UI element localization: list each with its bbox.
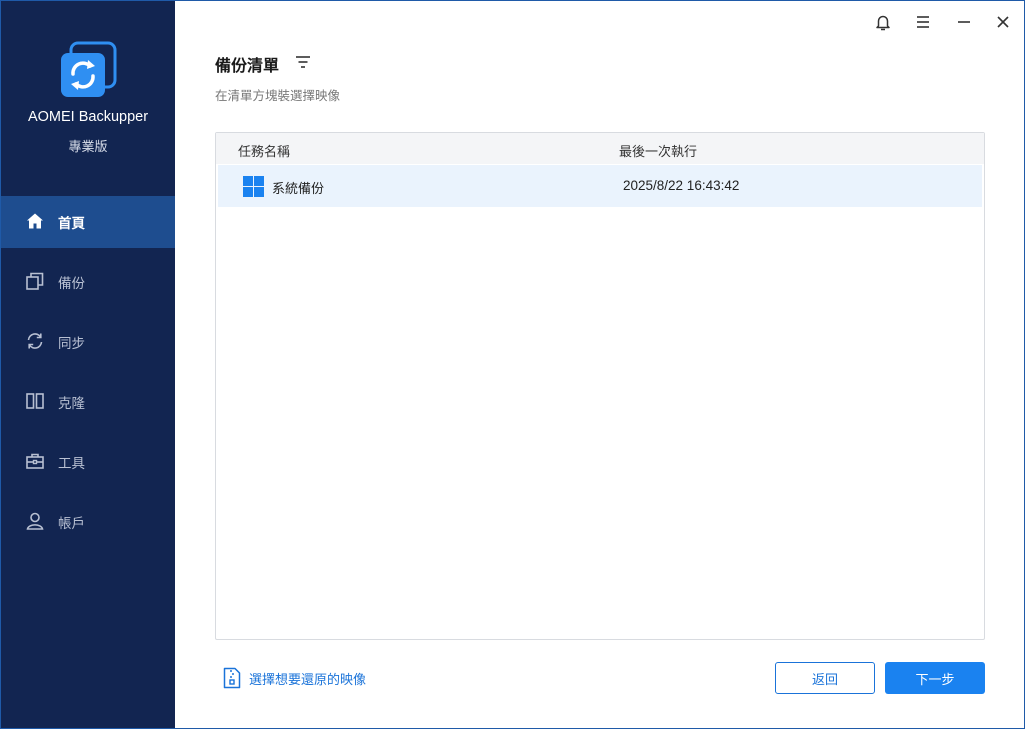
- next-button[interactable]: 下一步: [885, 662, 985, 694]
- account-icon: [26, 512, 44, 530]
- image-file-icon: [223, 667, 241, 689]
- app-name: AOMEI Backupper: [27, 109, 149, 125]
- main-menu-button[interactable]: [912, 11, 934, 33]
- sync-icon: [27, 333, 43, 349]
- backup-icon: [26, 272, 44, 290]
- bell-icon: [876, 15, 890, 30]
- sidebar-item-clone[interactable]: 克隆: [1, 376, 175, 428]
- close-icon: [997, 16, 1009, 28]
- sidebar-item-account[interactable]: 帳戶: [1, 496, 175, 548]
- page-subtitle: 在清單方塊裝選擇映像: [215, 88, 341, 103]
- filter-icon[interactable]: [295, 55, 311, 69]
- toolbox-icon: [26, 453, 44, 469]
- clone-icon: [26, 393, 44, 409]
- sidebar-item-label: 克隆: [58, 396, 85, 412]
- app-edition: 專業版: [68, 140, 108, 155]
- sidebar-item-sync[interactable]: 同步: [1, 316, 175, 368]
- backup-list-table: 任務名稱 最後一次執行 系統備份 2025/8/22 16:43:42: [215, 132, 985, 640]
- restore-link-label: 選擇想要還原的映像: [249, 672, 367, 688]
- minimize-button[interactable]: [953, 11, 975, 33]
- menu-icon: [917, 16, 929, 28]
- sidebar-item-label: 首頁: [58, 216, 85, 232]
- sidebar-item-home[interactable]: 首頁: [1, 196, 175, 248]
- page-title: 備份清單: [215, 56, 280, 75]
- sidebar-item-label: 同步: [58, 336, 85, 352]
- last-run-cell: 2025/8/22 16:43:42: [623, 178, 740, 193]
- sidebar-item-label: 帳戶: [58, 516, 85, 532]
- minimize-icon: [958, 21, 970, 23]
- close-button[interactable]: [992, 11, 1014, 33]
- app-logo-icon: [61, 41, 117, 97]
- windows-icon: [243, 176, 264, 197]
- home-icon: [27, 213, 43, 229]
- select-image-to-restore-link[interactable]: 選擇想要還原的映像: [223, 667, 366, 689]
- sidebar-item-tools[interactable]: 工具: [1, 436, 175, 488]
- column-header-last-run[interactable]: 最後一次執行: [619, 141, 697, 160]
- table-header: 任務名稱 最後一次執行: [216, 133, 984, 164]
- back-button[interactable]: 返回: [775, 662, 875, 694]
- column-header-task-name[interactable]: 任務名稱: [238, 141, 290, 160]
- sidebar-item-label: 工具: [58, 456, 85, 472]
- sidebar-nav: 首頁 備份 同步 克隆 工具 帳戶: [1, 196, 175, 556]
- sidebar-item-label: 備份: [58, 276, 85, 292]
- sidebar-item-backup[interactable]: 備份: [1, 256, 175, 308]
- app-window: AOMEI Backupper 專業版 首頁 備份 同步 克隆 工具 帳戶 備份…: [0, 0, 1025, 729]
- task-name-cell: 系統備份: [272, 182, 325, 197]
- notification-button[interactable]: [872, 11, 894, 33]
- sidebar: AOMEI Backupper 專業版 首頁 備份 同步 克隆 工具 帳戶: [1, 1, 175, 728]
- table-row[interactable]: 系統備份 2025/8/22 16:43:42: [218, 165, 982, 207]
